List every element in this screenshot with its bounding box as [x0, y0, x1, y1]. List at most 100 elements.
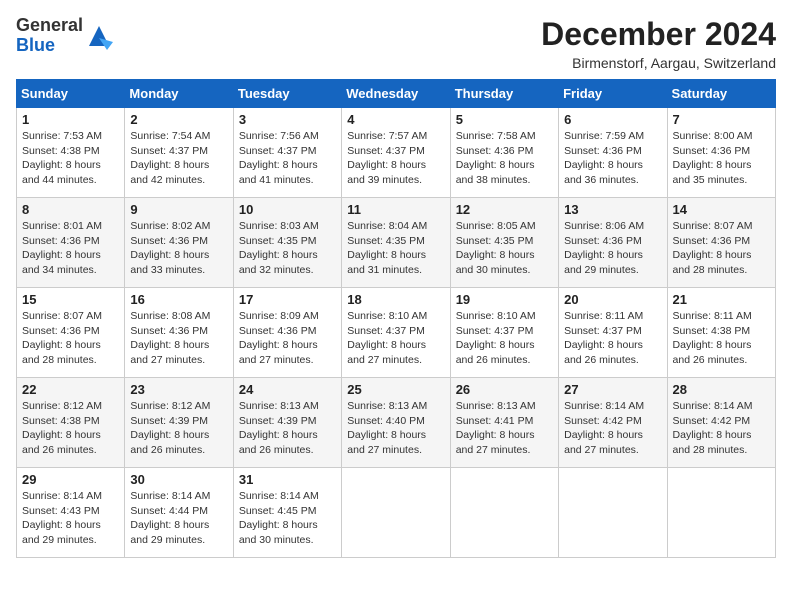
calendar-week-5: 29 Sunrise: 8:14 AMSunset: 4:43 PMDaylig…: [17, 468, 776, 558]
day-info: Sunrise: 8:14 AMSunset: 4:42 PMDaylight:…: [673, 400, 753, 456]
calendar-cell: 12 Sunrise: 8:05 AMSunset: 4:35 PMDaylig…: [450, 198, 558, 288]
day-info: Sunrise: 8:11 AMSunset: 4:38 PMDaylight:…: [673, 310, 752, 366]
day-info: Sunrise: 8:08 AMSunset: 4:36 PMDaylight:…: [130, 310, 210, 366]
day-number: 15: [22, 292, 119, 307]
calendar-cell: 11 Sunrise: 8:04 AMSunset: 4:35 PMDaylig…: [342, 198, 450, 288]
calendar-cell: [559, 468, 667, 558]
day-number: 5: [456, 112, 553, 127]
calendar-week-1: 1 Sunrise: 7:53 AMSunset: 4:38 PMDayligh…: [17, 108, 776, 198]
day-number: 14: [673, 202, 770, 217]
calendar-cell: 27 Sunrise: 8:14 AMSunset: 4:42 PMDaylig…: [559, 378, 667, 468]
calendar-week-2: 8 Sunrise: 8:01 AMSunset: 4:36 PMDayligh…: [17, 198, 776, 288]
day-number: 24: [239, 382, 336, 397]
page-header: General Blue December 2024 Birmenstorf, …: [16, 16, 776, 71]
logo-general-text: General: [16, 15, 83, 35]
calendar-cell: 6 Sunrise: 7:59 AMSunset: 4:36 PMDayligh…: [559, 108, 667, 198]
calendar-cell: 13 Sunrise: 8:06 AMSunset: 4:36 PMDaylig…: [559, 198, 667, 288]
day-info: Sunrise: 8:13 AMSunset: 4:39 PMDaylight:…: [239, 400, 319, 456]
calendar-cell: 21 Sunrise: 8:11 AMSunset: 4:38 PMDaylig…: [667, 288, 775, 378]
calendar-cell: 20 Sunrise: 8:11 AMSunset: 4:37 PMDaylig…: [559, 288, 667, 378]
day-info: Sunrise: 8:12 AMSunset: 4:38 PMDaylight:…: [22, 400, 102, 456]
day-info: Sunrise: 7:53 AMSunset: 4:38 PMDaylight:…: [22, 130, 102, 186]
calendar-table: SundayMondayTuesdayWednesdayThursdayFrid…: [16, 79, 776, 558]
title-block: December 2024 Birmenstorf, Aargau, Switz…: [541, 16, 776, 71]
calendar-cell: 16 Sunrise: 8:08 AMSunset: 4:36 PMDaylig…: [125, 288, 233, 378]
day-number: 17: [239, 292, 336, 307]
calendar-cell: 23 Sunrise: 8:12 AMSunset: 4:39 PMDaylig…: [125, 378, 233, 468]
day-info: Sunrise: 7:56 AMSunset: 4:37 PMDaylight:…: [239, 130, 319, 186]
day-info: Sunrise: 8:10 AMSunset: 4:37 PMDaylight:…: [347, 310, 427, 366]
day-info: Sunrise: 8:12 AMSunset: 4:39 PMDaylight:…: [130, 400, 210, 456]
day-number: 19: [456, 292, 553, 307]
day-number: 10: [239, 202, 336, 217]
location-text: Birmenstorf, Aargau, Switzerland: [541, 55, 776, 71]
day-header-saturday: Saturday: [667, 80, 775, 108]
day-number: 29: [22, 472, 119, 487]
day-number: 26: [456, 382, 553, 397]
calendar-week-4: 22 Sunrise: 8:12 AMSunset: 4:38 PMDaylig…: [17, 378, 776, 468]
day-number: 27: [564, 382, 661, 397]
calendar-cell: 28 Sunrise: 8:14 AMSunset: 4:42 PMDaylig…: [667, 378, 775, 468]
calendar-cell: 19 Sunrise: 8:10 AMSunset: 4:37 PMDaylig…: [450, 288, 558, 378]
day-number: 31: [239, 472, 336, 487]
day-info: Sunrise: 8:03 AMSunset: 4:35 PMDaylight:…: [239, 220, 319, 276]
day-number: 16: [130, 292, 227, 307]
day-info: Sunrise: 8:14 AMSunset: 4:42 PMDaylight:…: [564, 400, 644, 456]
calendar-cell: 25 Sunrise: 8:13 AMSunset: 4:40 PMDaylig…: [342, 378, 450, 468]
calendar-cell: 1 Sunrise: 7:53 AMSunset: 4:38 PMDayligh…: [17, 108, 125, 198]
day-number: 2: [130, 112, 227, 127]
day-number: 13: [564, 202, 661, 217]
day-number: 25: [347, 382, 444, 397]
calendar-cell: 15 Sunrise: 8:07 AMSunset: 4:36 PMDaylig…: [17, 288, 125, 378]
day-info: Sunrise: 8:13 AMSunset: 4:40 PMDaylight:…: [347, 400, 427, 456]
calendar-cell: 3 Sunrise: 7:56 AMSunset: 4:37 PMDayligh…: [233, 108, 341, 198]
calendar-cell: 14 Sunrise: 8:07 AMSunset: 4:36 PMDaylig…: [667, 198, 775, 288]
logo-icon: [85, 22, 113, 50]
calendar-cell: 7 Sunrise: 8:00 AMSunset: 4:36 PMDayligh…: [667, 108, 775, 198]
day-number: 28: [673, 382, 770, 397]
day-number: 6: [564, 112, 661, 127]
day-info: Sunrise: 7:57 AMSunset: 4:37 PMDaylight:…: [347, 130, 427, 186]
day-info: Sunrise: 8:07 AMSunset: 4:36 PMDaylight:…: [22, 310, 102, 366]
calendar-cell: 24 Sunrise: 8:13 AMSunset: 4:39 PMDaylig…: [233, 378, 341, 468]
calendar-cell: 26 Sunrise: 8:13 AMSunset: 4:41 PMDaylig…: [450, 378, 558, 468]
calendar-cell: 8 Sunrise: 8:01 AMSunset: 4:36 PMDayligh…: [17, 198, 125, 288]
day-info: Sunrise: 8:11 AMSunset: 4:37 PMDaylight:…: [564, 310, 643, 366]
calendar-cell: 2 Sunrise: 7:54 AMSunset: 4:37 PMDayligh…: [125, 108, 233, 198]
logo: General Blue: [16, 16, 113, 56]
calendar-header-row: SundayMondayTuesdayWednesdayThursdayFrid…: [17, 80, 776, 108]
day-header-wednesday: Wednesday: [342, 80, 450, 108]
day-info: Sunrise: 8:01 AMSunset: 4:36 PMDaylight:…: [22, 220, 102, 276]
calendar-cell: 30 Sunrise: 8:14 AMSunset: 4:44 PMDaylig…: [125, 468, 233, 558]
day-info: Sunrise: 8:05 AMSunset: 4:35 PMDaylight:…: [456, 220, 536, 276]
day-info: Sunrise: 8:14 AMSunset: 4:44 PMDaylight:…: [130, 490, 210, 546]
day-number: 3: [239, 112, 336, 127]
day-info: Sunrise: 7:54 AMSunset: 4:37 PMDaylight:…: [130, 130, 210, 186]
day-info: Sunrise: 7:59 AMSunset: 4:36 PMDaylight:…: [564, 130, 644, 186]
day-info: Sunrise: 8:07 AMSunset: 4:36 PMDaylight:…: [673, 220, 753, 276]
calendar-cell: 29 Sunrise: 8:14 AMSunset: 4:43 PMDaylig…: [17, 468, 125, 558]
day-number: 23: [130, 382, 227, 397]
calendar-cell: [342, 468, 450, 558]
day-info: Sunrise: 8:14 AMSunset: 4:45 PMDaylight:…: [239, 490, 319, 546]
day-info: Sunrise: 8:14 AMSunset: 4:43 PMDaylight:…: [22, 490, 102, 546]
day-info: Sunrise: 8:10 AMSunset: 4:37 PMDaylight:…: [456, 310, 536, 366]
day-number: 20: [564, 292, 661, 307]
day-header-thursday: Thursday: [450, 80, 558, 108]
day-info: Sunrise: 8:13 AMSunset: 4:41 PMDaylight:…: [456, 400, 536, 456]
day-header-tuesday: Tuesday: [233, 80, 341, 108]
calendar-cell: [667, 468, 775, 558]
day-number: 8: [22, 202, 119, 217]
day-info: Sunrise: 7:58 AMSunset: 4:36 PMDaylight:…: [456, 130, 536, 186]
calendar-cell: 22 Sunrise: 8:12 AMSunset: 4:38 PMDaylig…: [17, 378, 125, 468]
logo-blue-text: Blue: [16, 35, 55, 55]
calendar-cell: 5 Sunrise: 7:58 AMSunset: 4:36 PMDayligh…: [450, 108, 558, 198]
day-number: 22: [22, 382, 119, 397]
day-number: 1: [22, 112, 119, 127]
calendar-cell: [450, 468, 558, 558]
day-header-friday: Friday: [559, 80, 667, 108]
month-title: December 2024: [541, 16, 776, 53]
day-number: 7: [673, 112, 770, 127]
day-number: 9: [130, 202, 227, 217]
day-info: Sunrise: 8:06 AMSunset: 4:36 PMDaylight:…: [564, 220, 644, 276]
